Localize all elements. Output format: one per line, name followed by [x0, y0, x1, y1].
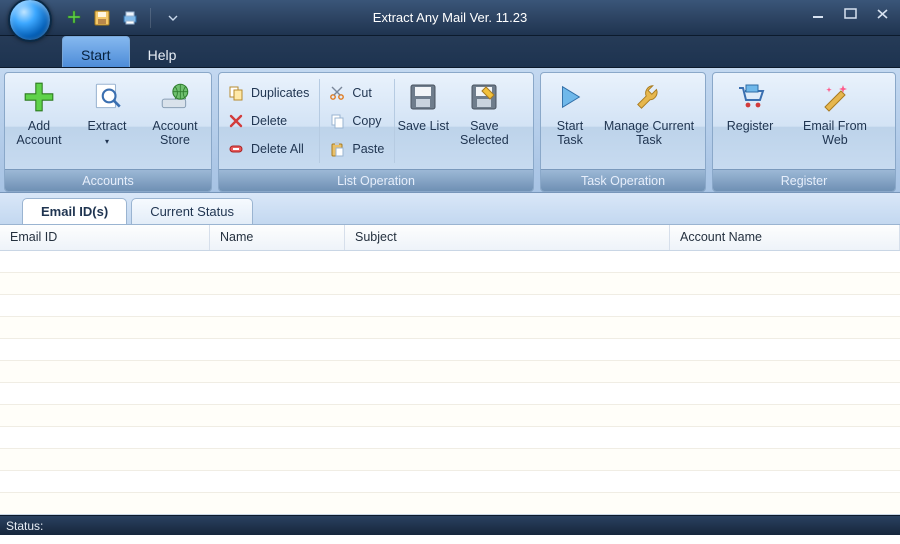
statusbar: Status:	[0, 515, 900, 535]
column-header-name[interactable]: Name	[210, 225, 345, 250]
qat-separator	[150, 8, 151, 28]
ribbon-group-accounts: Add Account Extract▾ Account Store Accou…	[4, 72, 212, 192]
menu-tab-label: Start	[81, 47, 111, 63]
paste-button[interactable]: Paste	[324, 136, 388, 162]
floppy-icon	[405, 79, 441, 115]
table-body	[0, 251, 900, 515]
qat-customize-button[interactable]	[165, 8, 181, 28]
status-label: Status:	[6, 519, 43, 533]
titlebar: Extract Any Mail Ver. 11.23	[0, 0, 900, 36]
ribbon-group-list-operation: Duplicates Delete Delete All Cut Copy Pa…	[218, 72, 534, 192]
paste-icon	[328, 140, 346, 158]
duplicates-icon	[227, 84, 245, 102]
add-account-button[interactable]: Add Account	[5, 73, 73, 169]
table-row[interactable]	[0, 317, 900, 339]
delete-x-icon	[227, 112, 245, 130]
start-task-button[interactable]: Start Task	[541, 73, 599, 169]
group-title: Register	[713, 169, 895, 191]
manage-current-task-button[interactable]: Manage Current Task	[599, 73, 699, 169]
table-row[interactable]	[0, 427, 900, 449]
copy-icon	[328, 112, 346, 130]
printer-icon	[122, 10, 138, 26]
close-icon	[876, 8, 890, 20]
menubar: Start Help	[0, 36, 900, 68]
column-header-subject[interactable]: Subject	[345, 225, 670, 250]
group-title: Task Operation	[541, 169, 705, 191]
table-row[interactable]	[0, 295, 900, 317]
column-header-account-name[interactable]: Account Name	[670, 225, 900, 250]
content-tabstrip: Email ID(s) Current Status	[0, 193, 900, 225]
table-row[interactable]	[0, 471, 900, 493]
chevron-down-icon: ▾	[105, 137, 109, 146]
cut-button[interactable]: Cut	[324, 80, 388, 106]
register-button[interactable]: Register	[713, 73, 787, 169]
minimize-icon	[812, 8, 826, 20]
floppy-pencil-icon	[466, 79, 502, 115]
table-row[interactable]	[0, 251, 900, 273]
ribbon: Add Account Extract▾ Account Store Accou…	[0, 68, 900, 193]
wrench-icon	[631, 79, 667, 115]
group-title: List Operation	[219, 169, 533, 191]
email-table: Email ID Name Subject Account Name	[0, 225, 900, 515]
table-row[interactable]	[0, 449, 900, 471]
table-row[interactable]	[0, 383, 900, 405]
close-button[interactable]	[872, 6, 894, 22]
save-list-button[interactable]: Save List	[395, 73, 451, 169]
table-row[interactable]	[0, 273, 900, 295]
table-row[interactable]	[0, 493, 900, 515]
delete-button[interactable]: Delete	[223, 108, 313, 134]
table-row[interactable]	[0, 339, 900, 361]
qat-add-button[interactable]	[64, 8, 84, 28]
account-store-button[interactable]: Account Store	[141, 73, 209, 169]
qat-print-button[interactable]	[120, 8, 140, 28]
floppy-icon	[94, 10, 110, 26]
duplicates-button[interactable]: Duplicates	[223, 80, 313, 106]
tab-email-ids[interactable]: Email ID(s)	[22, 198, 127, 224]
menu-tab-label: Help	[148, 47, 177, 63]
table-row[interactable]	[0, 361, 900, 383]
ribbon-group-task-operation: Start Task Manage Current Task Task Oper…	[540, 72, 706, 192]
play-icon	[552, 79, 588, 115]
group-title: Accounts	[5, 169, 211, 191]
tab-current-status[interactable]: Current Status	[131, 198, 253, 224]
delete-all-button[interactable]: Delete All	[223, 136, 313, 162]
menu-tab-help[interactable]: Help	[130, 36, 195, 67]
maximize-button[interactable]	[840, 6, 862, 22]
table-row[interactable]	[0, 405, 900, 427]
app-orb-button[interactable]	[8, 0, 52, 42]
magnifier-page-icon	[89, 79, 125, 115]
copy-button[interactable]: Copy	[324, 108, 388, 134]
scissors-icon	[328, 84, 346, 102]
plus-icon	[66, 10, 82, 26]
menu-tab-start[interactable]: Start	[62, 36, 130, 67]
extract-button[interactable]: Extract▾	[73, 73, 141, 169]
delete-all-icon	[227, 140, 245, 158]
cart-icon	[732, 79, 768, 115]
quick-access-toolbar	[64, 8, 181, 28]
globe-drive-icon	[157, 79, 193, 115]
window-controls	[808, 6, 894, 22]
magic-wand-icon	[817, 79, 853, 115]
column-header-email-id[interactable]: Email ID	[0, 225, 210, 250]
ribbon-group-register: Register Email From Web Register	[712, 72, 896, 192]
plus-green-icon	[21, 79, 57, 115]
email-from-web-button[interactable]: Email From Web	[787, 73, 883, 169]
chevron-down-icon	[168, 13, 178, 23]
minimize-button[interactable]	[808, 6, 830, 22]
table-header-row: Email ID Name Subject Account Name	[0, 225, 900, 251]
save-selected-button[interactable]: Save Selected	[451, 73, 517, 169]
qat-save-button[interactable]	[92, 8, 112, 28]
maximize-icon	[844, 8, 858, 20]
